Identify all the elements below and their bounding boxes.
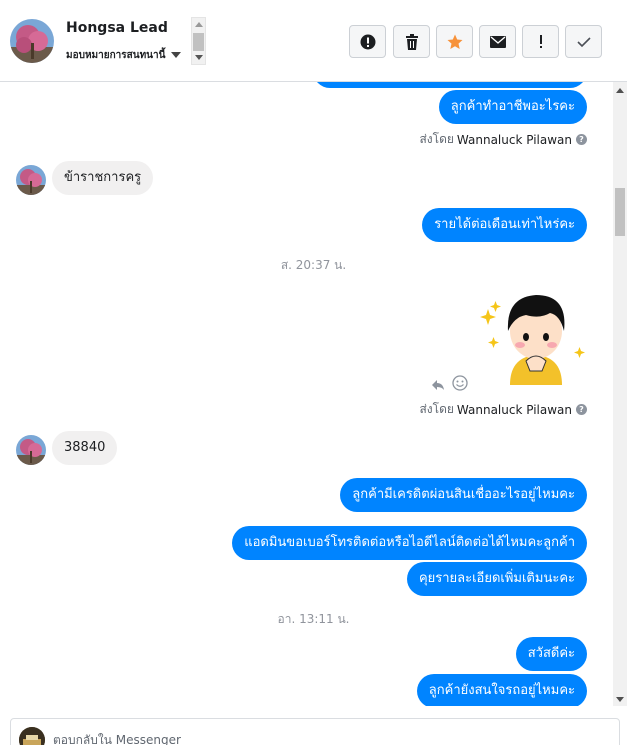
envelope-icon bbox=[489, 35, 506, 48]
scroll-up-icon[interactable] bbox=[195, 22, 203, 27]
message-thread[interactable]: ลูกค้าทำอาชีพอะไรคะ ส่งโดย Wannaluck Pil… bbox=[0, 82, 627, 706]
scroll-down-icon[interactable] bbox=[195, 55, 203, 60]
message-bubble-incoming[interactable]: 38840 bbox=[52, 431, 118, 465]
page-avatar bbox=[19, 727, 45, 745]
reply-icon[interactable] bbox=[431, 376, 445, 395]
reply-composer[interactable] bbox=[10, 718, 620, 745]
checkmark-icon bbox=[576, 36, 591, 47]
message-bubble-outgoing[interactable]: คุยรายละเอียดเพิ่มเติมนะคะ bbox=[406, 562, 587, 596]
reply-input[interactable] bbox=[53, 733, 453, 745]
star-icon bbox=[447, 34, 462, 49]
delete-button[interactable] bbox=[393, 25, 430, 58]
contact-name[interactable]: Hongsa Lead bbox=[66, 20, 168, 36]
help-icon[interactable]: ? bbox=[576, 134, 587, 145]
girl-sticker[interactable] bbox=[480, 285, 586, 385]
thread-scrollbar[interactable] bbox=[613, 82, 627, 706]
message-bubble-incoming[interactable]: ข้าราชการครู bbox=[52, 161, 154, 195]
message-bubble-outgoing[interactable]: สวัสดีค่ะ bbox=[515, 637, 587, 671]
contact-avatar[interactable] bbox=[10, 19, 54, 63]
timestamp: อา. 13:11 น. bbox=[277, 612, 350, 626]
message-bubble-outgoing[interactable]: ลูกค้ามีเครดิตผ่อนสินเชื่ออะไรอยู่ไหมคะ bbox=[340, 478, 587, 512]
sender-name: Wannaluck Pilawan bbox=[456, 402, 572, 417]
star-button[interactable] bbox=[436, 25, 473, 58]
sent-by-label: ส่งโดย Wannaluck Pilawan ? bbox=[419, 400, 587, 419]
assign-scrollbar[interactable] bbox=[191, 17, 206, 65]
timestamp: ส. 20:37 น. bbox=[280, 258, 347, 272]
sender-name: Wannaluck Pilawan bbox=[456, 132, 572, 147]
contact-avatar-small[interactable] bbox=[16, 165, 46, 195]
sent-by-label: ส่งโดย Wannaluck Pilawan ? bbox=[419, 130, 587, 149]
assign-label: มอบหมายการสนทนานี้ bbox=[66, 49, 166, 61]
scroll-thumb[interactable] bbox=[193, 33, 204, 51]
message-bubble-outgoing[interactable] bbox=[313, 82, 587, 88]
alert-circle-icon bbox=[360, 34, 375, 49]
assign-conversation-dropdown[interactable]: มอบหมายการสนทนานี้ bbox=[66, 47, 182, 63]
message-bubble-outgoing[interactable]: รายได้ต่อเดือนเท่าไหร่คะ bbox=[422, 208, 587, 242]
message-bubble-outgoing[interactable]: แอดมินขอเบอร์โทรติดต่อหรือไอดีไลน์ติดต่อ… bbox=[232, 526, 587, 560]
scroll-down-icon[interactable] bbox=[616, 697, 624, 702]
mark-spam-button[interactable] bbox=[349, 25, 386, 58]
caret-down-icon bbox=[171, 52, 182, 58]
message-bubble-outgoing[interactable]: ลูกค้าทำอาชีพอะไรคะ bbox=[438, 90, 587, 124]
trash-icon bbox=[405, 33, 418, 50]
follow-up-button[interactable] bbox=[522, 25, 559, 58]
contact-avatar-small[interactable] bbox=[16, 435, 46, 465]
exclamation-icon bbox=[539, 34, 542, 48]
message-bubble-outgoing[interactable]: ลูกค้ายังสนใจรถอยู่ไหมคะ bbox=[416, 674, 587, 706]
react-emoji-icon[interactable] bbox=[452, 375, 468, 395]
scroll-thumb[interactable] bbox=[615, 188, 625, 236]
mark-unread-button[interactable] bbox=[479, 25, 516, 58]
help-icon[interactable]: ? bbox=[576, 404, 587, 415]
mark-done-button[interactable] bbox=[565, 25, 602, 58]
scroll-up-icon[interactable] bbox=[616, 88, 624, 93]
conversation-header: Hongsa Lead มอบหมายการสนทนานี้ bbox=[0, 0, 627, 82]
